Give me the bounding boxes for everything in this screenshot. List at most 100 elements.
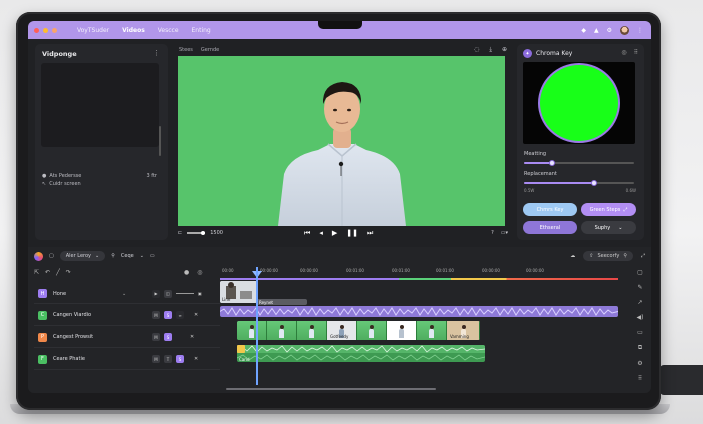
frame-icon[interactable]: ▭ [150,253,155,259]
skip-back-icon[interactable]: ⏮ [304,229,310,238]
layers-icon[interactable]: ▢ [49,253,54,259]
grid-icon[interactable]: ⠿ [634,49,638,56]
help-icon[interactable]: ? [491,230,494,236]
matting-knob[interactable] [548,160,555,166]
track-row[interactable]: P Cangest Prowsit M S ✕ [34,327,220,348]
minimize-dot[interactable] [43,27,48,33]
cursor-icon[interactable]: ↗ [637,299,642,306]
comment-icon[interactable]: ▢ [637,269,643,276]
mute-icon[interactable]: M [152,355,160,363]
avatar[interactable] [620,25,629,35]
undo-icon[interactable]: ↶ [45,269,50,276]
audio-icon[interactable]: ◀) [637,314,644,321]
razor-icon[interactable]: ╱ [56,269,60,276]
grid-icon[interactable]: ⠿ [638,375,642,382]
comment-icon[interactable]: ◌ [474,46,479,54]
settings-icon[interactable]: ⚙ [637,360,642,367]
audio-clip-green[interactable]: Carid [237,345,485,362]
preview-tabs: Stees Gernde [179,47,219,53]
media-scrollbar[interactable] [159,126,161,156]
nav-tab-videos[interactable]: Videos [122,27,145,34]
caption-icon[interactable]: ▭ [637,329,643,336]
play-icon[interactable]: ▶ [152,289,160,298]
nav-tab-enting[interactable]: Enting [192,27,211,34]
share-icon[interactable]: ⊕ [502,46,507,54]
close-icon[interactable]: ✕ [194,356,198,362]
track-volume-slider[interactable] [176,292,194,295]
mute-icon[interactable]: M [152,311,160,319]
solo-icon[interactable]: S [176,355,184,363]
download-icon[interactable]: ⤓ [489,46,492,54]
track-row[interactable]: C Cangen Viardio M S ∞ ✕ [34,305,220,326]
chroma-key-button[interactable]: Chmrs Key [523,203,577,216]
redo-icon[interactable]: ↷ [66,269,71,276]
playhead[interactable] [256,267,258,385]
display-icon[interactable]: ▭▾ [501,230,508,236]
pen-icon[interactable]: ✎ [637,284,642,291]
skip-forward-icon[interactable]: ⏭ [367,229,373,238]
timeline-tracks[interactable]: 00:00 00:00:00 00:00:00 00:01:00 00:01:0… [220,267,618,387]
replacement-slider[interactable] [524,180,634,186]
timeline-scrollbar[interactable] [226,388,436,390]
link-icon[interactable]: ∞ [176,311,184,319]
snap-icon[interactable]: ◎ [197,269,202,276]
color-row[interactable]: ↖ Cuidr screen [42,181,81,187]
close-icon[interactable]: ✕ [190,334,194,340]
nav-tab-brand[interactable]: VoyTSuder [77,27,109,34]
text-icon[interactable]: T [164,355,172,363]
volume-slider[interactable] [187,231,206,235]
supply-dropdown[interactable]: Suphy ⌄ [581,221,636,234]
record-icon[interactable]: ● [184,269,189,276]
preview-tab-2[interactable]: Gernde [201,47,219,53]
zoom-label[interactable]: Ceqe [121,253,134,259]
solo-icon[interactable]: S [164,311,172,319]
layers-icon[interactable]: ⧉ [638,344,642,352]
more-vert-icon[interactable]: ⋮ [637,27,643,34]
mute-icon[interactable]: M [152,333,160,341]
select-icon[interactable]: ⇱ [34,269,39,276]
marker-bar [220,278,618,280]
preview-tab-1[interactable]: Stees [179,47,193,53]
nav-tab-vescce[interactable]: Vescce [158,27,179,34]
greenscreen-clip[interactable]: Gotfeedy Vamming [237,321,480,340]
mute-icon[interactable]: ◫ [164,289,172,298]
chevron-down-icon[interactable]: ⌄ [140,253,144,259]
text-clip[interactable]: Reynet [257,299,307,305]
more-icon[interactable]: ⋮ [153,49,160,57]
timeline-search[interactable]: ⇧ Seecorfy ⚲ [583,251,633,261]
green-steps-button[interactable]: Green Steps ⤢ [581,203,636,216]
solo-icon[interactable]: S [164,333,172,341]
clip-marker[interactable] [237,345,245,353]
track-row[interactable]: H Hone ⌄ ▶ ◫ ▣ [34,284,220,304]
cloud-icon[interactable]: ☁ [570,253,575,259]
chevron-down-icon[interactable]: ⌄ [122,291,126,297]
key-color-circle[interactable] [540,65,618,141]
bell-icon[interactable]: ▲ [594,27,599,34]
search-icon[interactable]: ⚲ [111,253,115,259]
clip-label: Reynet [259,300,273,305]
settings-icon[interactable]: ⚙ [607,27,612,34]
pause-icon[interactable]: ❚❚ [346,229,358,238]
play-icon[interactable]: ▶ [332,229,337,238]
effect-icon: ✦ [523,49,532,58]
track-dropdown[interactable]: Aler Leroy ⌄ [59,251,106,261]
replacement-knob[interactable] [591,180,598,186]
media-preview[interactable] [41,63,159,147]
ethseral-button[interactable]: Ethseral [523,221,577,234]
volume-icon[interactable]: ⊏ [178,230,182,236]
track-row[interactable]: F Ceare Phatie M T S ✕ [34,349,220,370]
clip-label: Vamming [450,334,469,339]
lock-icon[interactable]: ▣ [198,291,202,296]
video-clip[interactable]: Line [220,281,257,303]
video-canvas[interactable] [178,56,505,226]
fullscreen-icon[interactable]: ⤢ [641,253,645,259]
thumb [387,321,417,340]
audio-clip[interactable] [220,306,618,317]
reset-icon[interactable]: ◎ [621,49,626,56]
notification-icon[interactable]: ◆ [581,27,586,34]
step-back-icon[interactable]: ◂ [319,229,323,238]
close-icon[interactable]: ✕ [194,312,198,318]
close-dot[interactable] [34,27,39,33]
matting-slider[interactable] [524,160,634,166]
zoom-dot[interactable] [52,27,57,33]
